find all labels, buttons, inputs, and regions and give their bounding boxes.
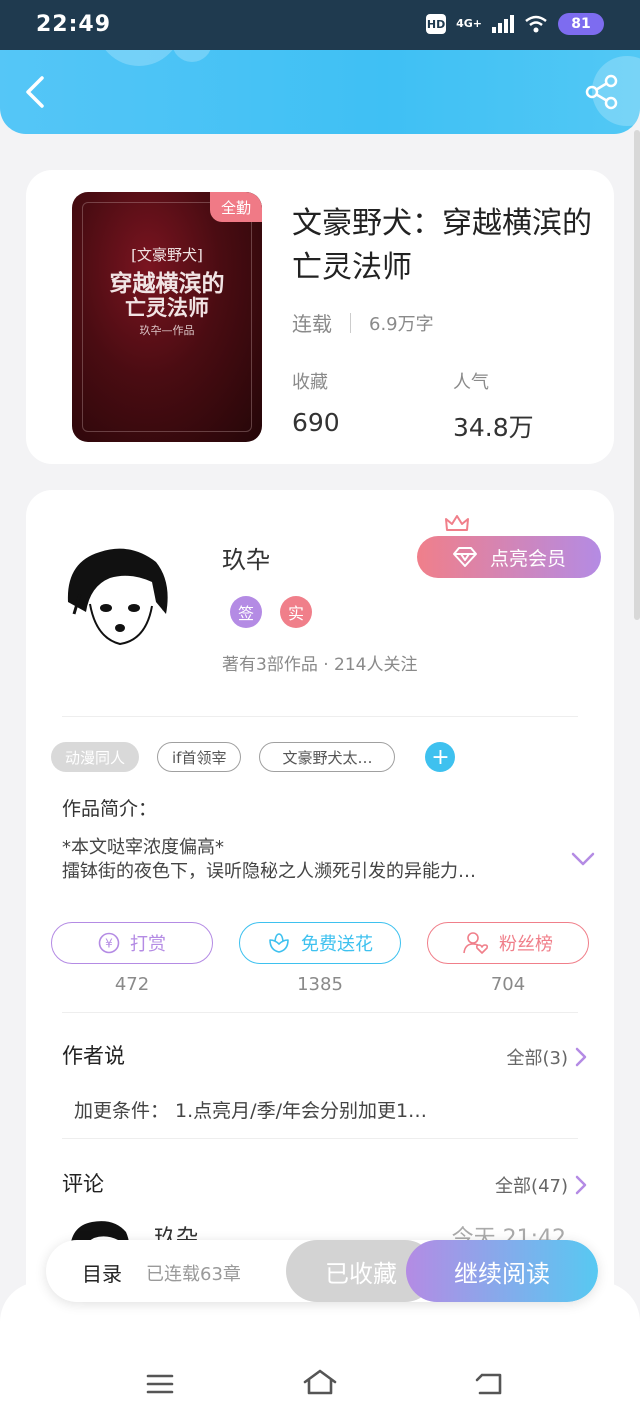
reward-count: 472: [114, 974, 150, 995]
tag-chip[interactable]: if首领宰: [157, 742, 242, 772]
divider: [62, 716, 578, 717]
favorites-label: 收藏: [292, 372, 328, 393]
intro-label: 作品简介：: [62, 798, 158, 820]
author-says-more[interactable]: 全部(3): [507, 1044, 589, 1070]
send-flower-button[interactable]: 免费送花: [239, 922, 401, 964]
tag-chip[interactable]: 文豪野犬太…: [259, 742, 396, 772]
popularity-stat: 人气 34.8万: [453, 368, 534, 444]
word-count: 6.9万字: [369, 313, 434, 335]
yen-icon: ¥: [98, 932, 120, 954]
comments-more[interactable]: 全部(47): [495, 1172, 588, 1198]
signed-badge[interactable]: 签: [230, 596, 262, 628]
intro-line: 擂钵街的夜色下，误听隐秘之人濒死引发的异能力…: [62, 861, 476, 882]
popularity-value: 34.8万: [453, 413, 534, 442]
tag-chip[interactable]: 动漫同人: [51, 742, 140, 772]
author-says-more-label: 全部(3): [506, 1048, 569, 1069]
diamond-icon: [452, 547, 477, 567]
comments-title: 评论: [62, 1172, 104, 1196]
light-up-vip-button[interactable]: 点亮会员: [417, 536, 601, 578]
fan-icon: [463, 932, 489, 954]
cover-subtitle: [文豪野犬]: [131, 246, 203, 264]
book-detail-page: { "status_bar": {"time": "22:49", "hd": …: [0, 0, 640, 1422]
divider: [62, 1138, 578, 1139]
author-name[interactable]: 玖卆: [222, 540, 270, 575]
cover-author: 玖卆—作品: [139, 324, 195, 337]
flower-count: 1385: [297, 974, 343, 995]
send-flower-label: 免费送花: [301, 934, 373, 955]
top-header: [0, 50, 640, 134]
chevron-right-icon: [575, 1175, 587, 1195]
popularity-label: 人气: [453, 372, 489, 393]
chapter-count: 已连载63章: [146, 1264, 241, 1285]
fan-count: 704: [490, 974, 526, 995]
chevron-right-icon: [575, 1047, 587, 1067]
full-attendance-badge: 全勤: [210, 192, 262, 222]
reward-button[interactable]: ¥ 打赏: [51, 922, 213, 964]
book-info-card: [文豪野犬] 穿越横滨的 亡灵法师 玖卆—作品 全勤 文豪野犬：穿越横滨的亡灵法…: [26, 170, 614, 464]
fan-ranking-button[interactable]: 粉丝榜: [427, 922, 589, 964]
author-says-title: 作者说: [62, 1044, 125, 1068]
add-tag-icon[interactable]: +: [425, 742, 456, 772]
continue-reading-button[interactable]: 继续阅读: [406, 1240, 598, 1302]
scrollbar[interactable]: [634, 130, 640, 620]
tag-list: 动漫同人 if首领宰 文豪野犬太… +: [51, 742, 456, 772]
hd-icon: HD: [426, 14, 447, 34]
clock: 22:49: [36, 12, 112, 37]
author-card: 玖卆 点亮会员 签 实 著有3部作品 · 214人关注 动漫同人 if首领宰 文…: [26, 490, 614, 1350]
system-nav-bar: [0, 1282, 640, 1422]
back-icon[interactable]: [474, 1372, 504, 1396]
book-title: 文豪野犬：穿越横滨的亡灵法师: [292, 206, 592, 285]
table-of-contents-button[interactable]: 目录: [82, 1258, 122, 1287]
serial-status: 连载: [292, 312, 332, 336]
wifi-icon: [525, 15, 547, 33]
comments-more-label: 全部(47): [495, 1176, 568, 1197]
status-bar: 22:49 HD 4G+ 81: [0, 0, 640, 50]
chevron-left-icon[interactable]: [18, 72, 54, 112]
divider: [62, 1012, 578, 1013]
intro-line: *本文哒宰浓度偏高*: [62, 837, 224, 858]
chevron-down-icon[interactable]: [570, 850, 596, 868]
cover-title-line2: 亡灵法师: [125, 295, 209, 320]
crown-icon: [445, 515, 469, 531]
flower-icon: [269, 933, 289, 953]
bottom-action-bar: 目录 已连载63章 已收藏 继续阅读: [46, 1240, 598, 1302]
home-icon[interactable]: [302, 1368, 338, 1396]
favorites-value: 690: [292, 408, 340, 437]
author-says-content[interactable]: 加更条件： 1.点亮月/季/年会分别加更1…: [74, 1096, 427, 1123]
verified-badge[interactable]: 实: [280, 596, 312, 628]
author-stats: 著有3部作品 · 214人关注: [222, 655, 418, 675]
author-avatar[interactable]: [60, 542, 172, 654]
favorites-stat: 收藏 690: [292, 368, 340, 437]
book-cover[interactable]: [文豪野犬] 穿越横滨的 亡灵法师 玖卆—作品 全勤: [72, 192, 262, 442]
share-icon[interactable]: [582, 72, 622, 112]
intro-text[interactable]: *本文哒宰浓度偏高* 擂钵街的夜色下，误听隐秘之人濒死引发的异能力…: [62, 836, 552, 884]
menu-icon[interactable]: [146, 1372, 174, 1396]
vip-button-label: 点亮会员: [489, 547, 566, 570]
battery-indicator: 81: [558, 13, 604, 35]
book-meta: 连载 6.9万字: [292, 308, 434, 337]
fan-ranking-label: 粉丝榜: [499, 934, 553, 955]
network-type: 4G+: [456, 17, 482, 30]
reward-label: 打赏: [130, 934, 166, 955]
signal-icon: [492, 15, 514, 33]
svg-text:¥: ¥: [105, 937, 113, 951]
